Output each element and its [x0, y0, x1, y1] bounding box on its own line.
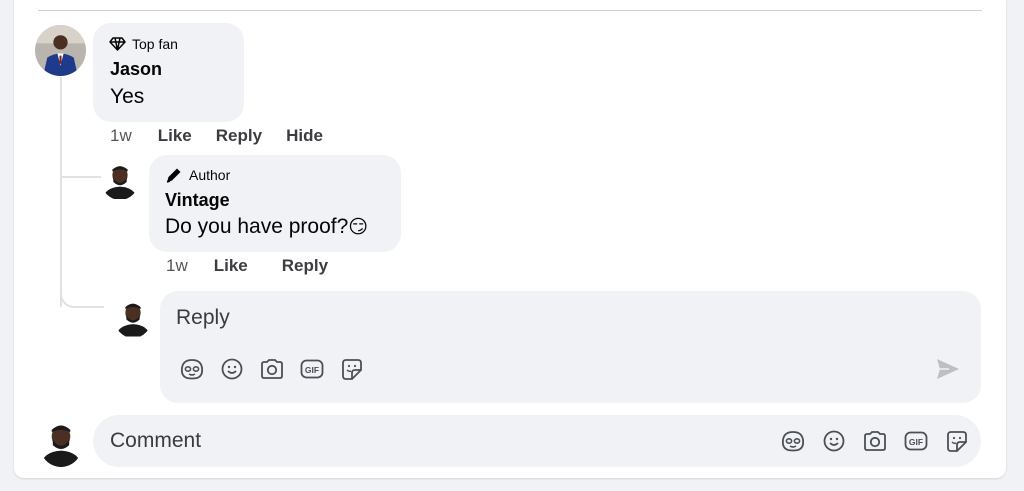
svg-text:GIF: GIF — [305, 365, 319, 375]
timestamp[interactable]: 1w — [110, 126, 132, 146]
avatar-current-user[interactable] — [114, 297, 152, 338]
author-name[interactable]: Vintage — [165, 190, 230, 211]
pencil-icon — [165, 167, 183, 183]
emoji-icon[interactable] — [220, 357, 244, 381]
sticker-icon[interactable] — [945, 429, 969, 453]
avatar-current-user[interactable] — [39, 419, 83, 467]
reply-text-row: Do you have proof?😏 — [165, 215, 368, 239]
thread-line — [60, 77, 62, 307]
reply-composer: GIF — [160, 291, 981, 403]
comment-actions: 1w Like Reply Hide — [110, 126, 347, 146]
like-button[interactable]: Like — [158, 126, 192, 146]
author-badge: Author — [165, 167, 230, 183]
reply-input[interactable] — [176, 305, 876, 331]
hide-button[interactable]: Hide — [286, 126, 323, 146]
send-icon[interactable] — [935, 357, 961, 381]
avatar-vintage[interactable] — [101, 160, 139, 200]
gif-icon[interactable]: GIF — [300, 357, 324, 381]
camera-icon[interactable] — [260, 357, 284, 381]
comment-text: Yes — [110, 85, 145, 108]
comment-bubble-jason: Top fan Jason Yes — [93, 23, 244, 122]
sticker-icon[interactable] — [340, 357, 364, 381]
avatar-jason[interactable] — [35, 25, 86, 76]
reply-bubble-vintage: Author Vintage Do you have proof?😏 — [149, 155, 401, 252]
reply-text: Do you have proof? — [165, 215, 349, 238]
like-button[interactable]: Like — [214, 256, 248, 276]
badge-label: Author — [189, 167, 231, 183]
comment-composer: GIF — [93, 415, 981, 467]
reply-button[interactable]: Reply — [216, 126, 262, 146]
svg-text:GIF: GIF — [909, 437, 923, 447]
gif-icon[interactable]: GIF — [904, 429, 928, 453]
timestamp[interactable]: 1w — [166, 256, 188, 276]
comment-input[interactable] — [110, 428, 710, 454]
emoji-icon[interactable] — [822, 429, 846, 453]
smirk-emoji: 😏 — [348, 217, 369, 238]
avatar-sticker-icon[interactable] — [180, 357, 204, 381]
reply-toolbar: GIF — [180, 357, 364, 381]
reply-actions: 1w Like Reply — [166, 256, 352, 276]
badge-label: Top fan — [132, 36, 178, 52]
top-fan-badge: Top fan — [109, 36, 178, 52]
thread-branch-reply — [62, 160, 102, 178]
diamond-icon — [109, 37, 126, 51]
thread-branch-composer — [60, 290, 104, 308]
author-name[interactable]: Jason — [110, 59, 162, 80]
divider — [38, 10, 982, 11]
comment-toolbar: GIF — [781, 429, 969, 453]
camera-icon[interactable] — [863, 429, 887, 453]
reply-button[interactable]: Reply — [282, 256, 328, 276]
avatar-sticker-icon[interactable] — [781, 429, 805, 453]
